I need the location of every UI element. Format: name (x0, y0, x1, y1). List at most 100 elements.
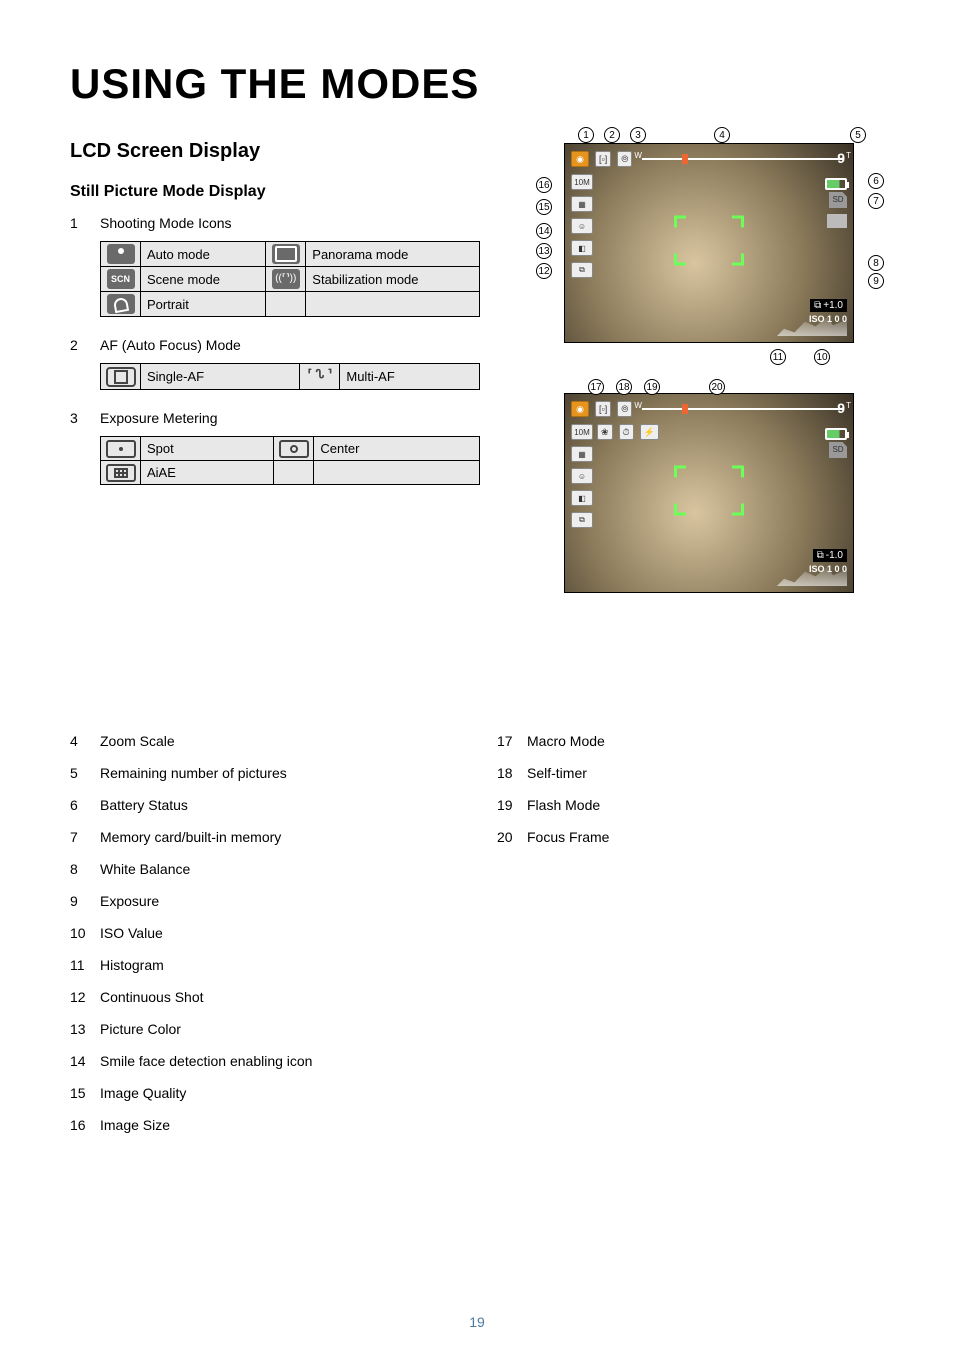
mode-icons-row2: ❀ ⏱ ⚡ (597, 424, 659, 440)
item-number: 15 (70, 1085, 100, 1101)
metering-table: Spot Center AiAE (100, 436, 480, 485)
status-row: ◉ [▫] ⦾ W T (571, 400, 847, 418)
item-text: ISO Value (100, 925, 457, 941)
image-quality-icon: ▦ (571, 196, 593, 212)
list-item: 20Focus Frame (497, 829, 884, 845)
callout: 11 (770, 349, 786, 365)
remaining-count: 9 (837, 400, 845, 416)
callout: 6 (868, 173, 884, 189)
cell-label: Single-AF (141, 364, 300, 390)
focus-frame (674, 466, 744, 516)
item-number: 16 (70, 1117, 100, 1133)
metering-icon: ⦾ (617, 151, 632, 167)
list-item: 7Memory card/built-in memory (70, 829, 457, 845)
item-number: 7 (70, 829, 100, 845)
item-text: Focus Frame (527, 829, 884, 845)
af-mode-table: Single-AF ⸢ ᔐ ⸣ Multi-AF (100, 363, 480, 390)
left-column: Still Picture Mode Display 1 Shooting Mo… (70, 183, 484, 633)
list-item: 19Flash Mode (497, 797, 884, 813)
zoom-w: W (634, 401, 642, 410)
item-number: 13 (70, 1021, 100, 1037)
list-item: 8White Balance (70, 861, 457, 877)
callout: 12 (536, 263, 552, 279)
callout: 18 (616, 379, 632, 395)
list-item: 11Histogram (70, 957, 457, 973)
callout: 1 (578, 127, 594, 143)
item-text: Macro Mode (527, 733, 884, 749)
left-icon-column: 10M ▦ ☺ ◧ ⧉ (571, 424, 593, 528)
cell-label: Scene mode (141, 267, 266, 292)
list-item: 17Macro Mode (497, 733, 884, 749)
item-text: Exposure (100, 893, 457, 909)
item-text: Exposure Metering (100, 410, 484, 426)
cell-label: AiAE (141, 461, 274, 485)
callout: 8 (868, 255, 884, 271)
panorama-mode-icon (266, 242, 306, 267)
exposure-value: ⧉+1.0 (810, 299, 847, 312)
cell-label: Spot (141, 437, 274, 461)
list-item: 1 Shooting Mode Icons (70, 215, 484, 231)
cell-label: Portrait (141, 292, 266, 317)
callout: 10 (814, 349, 830, 365)
remaining-count: 9 (837, 150, 845, 166)
right-column: ◉ [▫] ⦾ W T 9 10M ▦ ☺ ◧ ⧉ (514, 183, 884, 633)
list-item: 3 Exposure Metering (70, 410, 484, 426)
item-number: 12 (70, 989, 100, 1005)
shooting-mode-table: Auto mode Panorama mode SCN Scene mode (… (100, 241, 480, 317)
cell-label: Multi-AF (340, 364, 480, 390)
item-text: Image Quality (100, 1085, 457, 1101)
battery-icon (825, 178, 847, 190)
list-item: 13Picture Color (70, 1021, 457, 1037)
callout: 20 (709, 379, 725, 395)
page-number: 19 (0, 1314, 954, 1330)
shooting-mode-icon: ◉ (571, 151, 589, 167)
item-number: 19 (497, 797, 527, 813)
item-text: White Balance (100, 861, 457, 877)
lcd-diagram-area: ◉ [▫] ⦾ W T 9 10M ▦ ☺ ◧ ⧉ (514, 143, 884, 593)
memory-card-icon: SD (829, 192, 847, 208)
memory-card-icon: SD (829, 442, 847, 458)
zoom-scale: W T (642, 156, 843, 162)
left-list: 4Zoom Scale5Remaining number of pictures… (70, 733, 457, 1149)
item-number: 8 (70, 861, 100, 877)
left-icon-column: 10M ▦ ☺ ◧ ⧉ (571, 174, 593, 278)
metering-icon: ⦾ (617, 401, 632, 417)
list-item: 18Self-timer (497, 765, 884, 781)
portrait-mode-icon (101, 292, 141, 317)
item-text: Remaining number of pictures (100, 765, 457, 781)
cell-label: Stabilization mode (306, 267, 480, 292)
image-size-icon: 10M (571, 174, 593, 190)
list-item: 12Continuous Shot (70, 989, 457, 1005)
item-text: Histogram (100, 957, 457, 973)
list-item: 16Image Size (70, 1117, 457, 1133)
cell-label: Panorama mode (306, 242, 480, 267)
item-number: 6 (70, 797, 100, 813)
item-number: 10 (70, 925, 100, 941)
item-text: Zoom Scale (100, 733, 457, 749)
zoom-scale: W T (642, 406, 843, 412)
auto-mode-icon (101, 242, 141, 267)
item-number: 14 (70, 1053, 100, 1069)
macro-icon: ❀ (597, 424, 613, 440)
spot-metering-icon (101, 437, 141, 461)
flash-icon: ⚡ (640, 424, 659, 440)
self-timer-icon: ⏱ (619, 424, 634, 440)
item-number: 2 (70, 337, 100, 353)
callout: 17 (588, 379, 604, 395)
list-item: 9Exposure (70, 893, 457, 909)
list-item: 5Remaining number of pictures (70, 765, 457, 781)
af-mode-icon: [▫] (595, 401, 611, 417)
callout: 4 (714, 127, 730, 143)
item-text: Image Size (100, 1117, 457, 1133)
zoom-t: T (846, 401, 851, 410)
picture-color-icon: ◧ (571, 490, 593, 506)
callout: 2 (604, 127, 620, 143)
callout: 3 (630, 127, 646, 143)
smile-detection-icon: ☺ (571, 218, 593, 234)
white-balance-icon (827, 214, 847, 228)
list-item: 10ISO Value (70, 925, 457, 941)
callout: 14 (536, 223, 552, 239)
item-number: 5 (70, 765, 100, 781)
item-number: 18 (497, 765, 527, 781)
callout: 19 (644, 379, 660, 395)
